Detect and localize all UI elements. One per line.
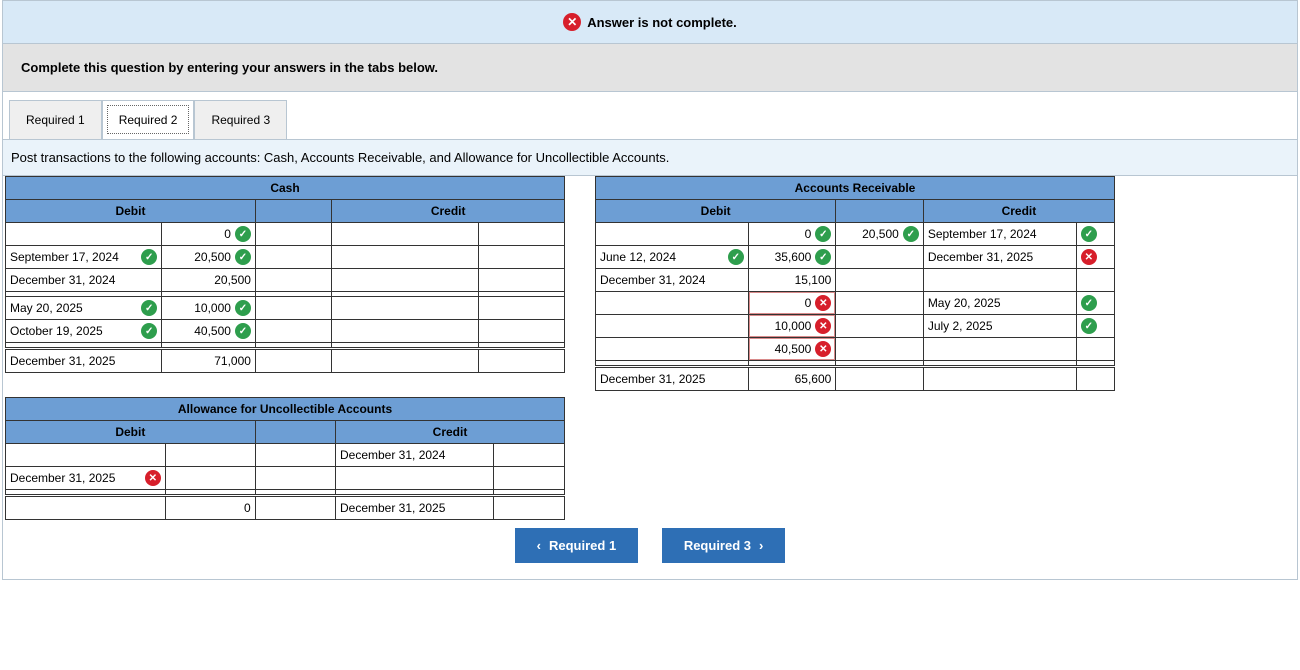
table-row: June 12, 2024✓ 35,600✓ December 31, 2025… [596,246,1115,269]
ar-debit-header: Debit [596,200,836,223]
ar-credit-header: Credit [923,200,1114,223]
table-row: 0✓ [6,223,565,246]
cash-taccount: Cash Debit Credit 0✓ September 17, 2024✓… [5,176,565,373]
ar-taccount: Accounts Receivable Debit Credit 0✓ 20,5… [595,176,1115,391]
next-button[interactable]: Required 3 › [662,528,786,563]
chevron-left-icon: ‹ [537,538,541,553]
check-icon: ✓ [1081,318,1097,334]
cash-title: Cash [6,177,565,200]
check-icon: ✓ [235,226,251,242]
check-icon: ✓ [815,249,831,265]
table-row: December 31, 2024 20,500 [6,269,565,292]
x-icon: ✕ [145,470,161,486]
table-row: May 20, 2025✓ 10,000✓ [6,297,565,320]
check-icon: ✓ [141,323,157,339]
table-row: September 17, 2024✓ 20,500✓ [6,246,565,269]
check-icon: ✓ [1081,226,1097,242]
table-row: 0✕ May 20, 2025 ✓ [596,292,1115,315]
table-row: 10,000✕ July 2, 2025 ✓ [596,315,1115,338]
check-icon: ✓ [235,249,251,265]
check-icon: ✓ [903,226,919,242]
banner-text: Answer is not complete. [587,15,737,30]
table-row: 40,500✕ [596,338,1115,361]
sub-instruction: Post transactions to the following accou… [3,140,1297,176]
instruction-bar: Complete this question by entering your … [3,44,1297,92]
table-row: October 19, 2025✓ 40,500✓ [6,320,565,343]
check-icon: ✓ [728,249,744,265]
ar-title: Accounts Receivable [596,177,1115,200]
error-icon: ✕ [563,13,581,31]
check-icon: ✓ [235,300,251,316]
prev-button[interactable]: ‹ Required 1 [515,528,639,563]
allowance-taccount: Allowance for Uncollectible Accounts Deb… [5,397,565,520]
check-icon: ✓ [141,300,157,316]
check-icon: ✓ [1081,295,1097,311]
allow-credit-header: Credit [335,421,564,444]
x-icon: ✕ [1081,249,1097,265]
allowance-title: Allowance for Uncollectible Accounts [6,398,565,421]
check-icon: ✓ [235,323,251,339]
check-icon: ✓ [141,249,157,265]
table-row: December 31, 2024 15,100 [596,269,1115,292]
cash-credit-header: Credit [332,200,565,223]
tab-required-2[interactable]: Required 2 [102,100,195,139]
x-icon: ✕ [815,295,831,311]
x-icon: ✕ [815,341,831,357]
allow-debit-header: Debit [6,421,256,444]
chevron-right-icon: › [759,538,763,553]
table-row: December 31, 2025✕ [6,467,565,490]
table-row: 0 December 31, 2025 [6,496,565,520]
table-row: 0✓ 20,500✓ September 17, 2024 ✓ [596,223,1115,246]
cash-debit-header: Debit [6,200,256,223]
table-row: December 31, 2025 65,600 [596,367,1115,391]
tab-strip: Required 1 Required 2 Required 3 [3,100,1297,140]
status-banner: ✕ Answer is not complete. [3,1,1297,44]
table-row: December 31, 2025 71,000 [6,349,565,373]
tab-required-1[interactable]: Required 1 [9,100,102,139]
x-icon: ✕ [815,318,831,334]
tab-required-3[interactable]: Required 3 [194,100,287,139]
check-icon: ✓ [815,226,831,242]
table-row: December 31, 2024 [6,444,565,467]
